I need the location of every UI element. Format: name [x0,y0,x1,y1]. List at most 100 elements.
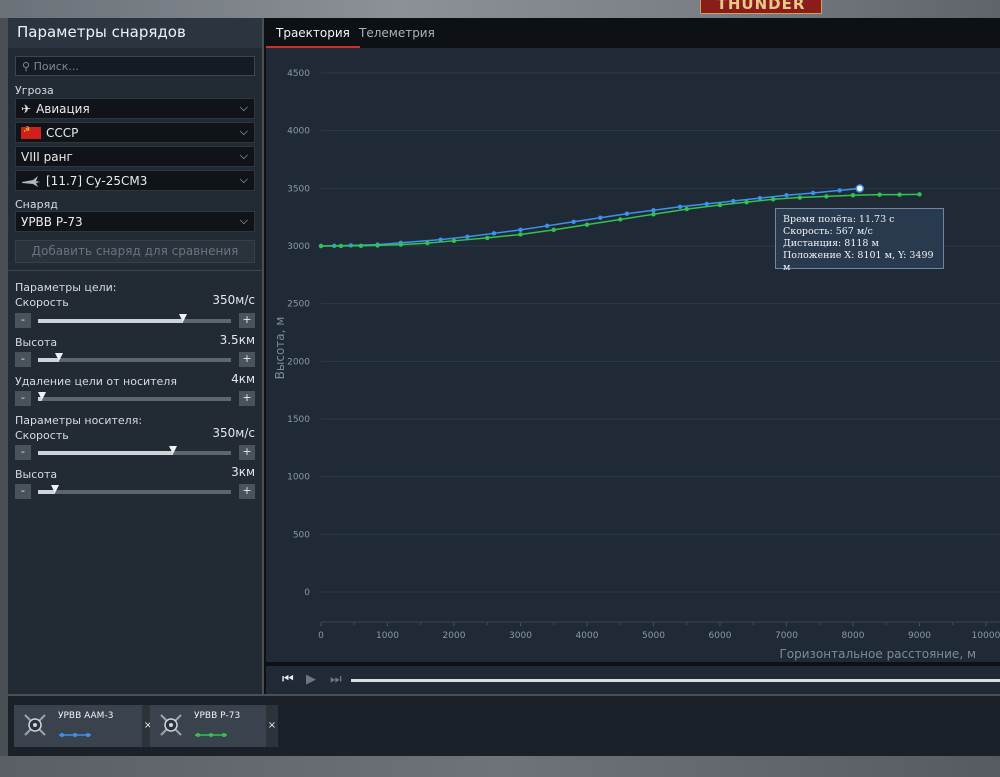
target-altitude-decrease-button[interactable]: - [15,352,31,367]
series-point-1 [651,208,656,213]
remove-shell-button[interactable]: × [266,705,278,747]
y-tick-label: 1000 [287,473,310,483]
target-distance-decrease-button[interactable]: - [15,391,31,406]
carrier-altitude-increase-button[interactable]: + [239,484,255,499]
x-tick-label: 4000 [576,631,599,641]
series-point-2 [797,195,802,200]
play-button[interactable]: ▶ [306,672,316,687]
target-distance-increase-button[interactable]: + [239,391,255,406]
slider-thumb[interactable] [169,446,178,454]
slider-thumb[interactable] [51,485,60,493]
series-point-1 [598,215,603,220]
carrier-speed-label: Скорость [15,429,69,442]
y-tick-label: 500 [293,530,310,540]
carrier-altitude-value: 3км [231,465,255,479]
target-altitude-increase-button[interactable]: + [239,352,255,367]
carrier-altitude-decrease-button[interactable]: - [15,484,31,499]
x-tick-label: 6000 [709,631,732,641]
series-point-2 [618,217,623,222]
tab-telemetry[interactable]: Телеметрия [349,18,445,48]
series-point-1 [810,190,816,196]
slider-thumb[interactable] [37,392,46,400]
tooltip-time: Время полёта: 11.73 с [783,214,895,225]
trajectory-chart-svg: 0 500 1000 1500 2000 2500 3000 3500 4000 4500 0 100… [273,69,1000,661]
series-legend-blue [59,733,91,737]
shell-card-name: УРВВ AAM-3 [58,711,114,721]
aircraft-value: [11.7] Су-25СМ3 [46,173,148,188]
series-point-1 [571,219,576,224]
tab-trajectory[interactable]: Траектория [266,18,360,48]
target-params-label: Параметры цели: [15,281,117,294]
series-point-2 [425,240,430,246]
x-tick-label: 0 [318,631,324,641]
y-tick-label: 4500 [287,69,310,79]
series-point-2 [877,192,882,197]
search-input[interactable]: ⚲ Поиск... [15,56,255,76]
jet-icon [22,175,40,187]
series-point-2 [318,243,324,249]
shell-parameters-panel: Параметры снарядов ⚲ Поиск... Угроза ✈ А… [8,18,262,694]
series-point-2 [824,194,829,199]
x-tick-label: 3000 [509,631,532,641]
search-placeholder: Поиск... [33,60,79,73]
series-point-1 [784,193,789,198]
skip-back-button[interactable]: ⏮ [282,672,294,687]
series-point-1 [731,198,736,204]
chevron-down-icon: ⌵ [239,125,248,138]
background-bottom [0,756,1000,777]
threat-label: Угроза [15,84,54,97]
target-distance-slider[interactable] [37,392,231,401]
carrier-speed-increase-button[interactable]: + [239,445,255,460]
airplane-icon: ✈ [21,101,32,116]
series-point-2 [771,197,776,202]
shell-select[interactable]: УРВВ Р-73 ⌵ [15,211,255,232]
y-tick-label: 1500 [287,415,310,425]
target-speed-increase-button[interactable]: + [239,313,255,328]
rank-select[interactable]: VIII ранг ⌵ [15,146,255,167]
divider [8,270,262,271]
chevron-down-icon: ⌵ [239,173,248,186]
shell-card-aam3[interactable]: УРВВ AAM-3 [14,705,142,747]
series-point-2 [338,243,344,249]
tooltip-speed: Скорость: 567 м/с [783,226,873,237]
add-shell-comparison-button[interactable]: Добавить снаряд для сравнения [15,240,255,263]
background-top [0,0,1000,18]
skip-forward-button[interactable]: ⏭ [330,672,342,687]
carrier-speed-value: 350м/с [212,426,255,440]
slider-thumb[interactable] [55,353,64,361]
playback-progress-bar[interactable] [351,679,1000,682]
trajectory-chart: 0 500 1000 1500 2000 2500 3000 3500 4000 4500 0 100… [266,48,1000,662]
country-select[interactable]: СССР ⌵ [15,122,255,143]
carrier-speed-decrease-button[interactable]: - [15,445,31,460]
target-speed-label: Скорость [15,296,69,309]
x-axis-label: Горизонтальное расстояние, м [779,647,976,661]
panel-title: Параметры снарядов [8,18,262,48]
trajectory-tooltip: Время полёта: 11.73 с Скорость: 567 м/с … [775,208,944,273]
x-tick-label: 1000 [376,631,399,641]
aircraft-select[interactable]: [11.7] Су-25СМ3 ⌵ [15,170,255,191]
series-point-1 [704,201,709,207]
target-distance-value: 4км [231,372,255,386]
series-point-2 [584,222,590,227]
shell-label: Снаряд [15,198,58,211]
chevron-down-icon: ⌵ [239,214,248,227]
y-tick-label: 3000 [287,242,310,252]
carrier-altitude-slider[interactable] [38,485,231,494]
target-speed-decrease-button[interactable]: - [15,313,31,328]
shell-value: УРВВ Р-73 [21,214,83,229]
shell-card-name: УРВВ Р-73 [194,711,241,721]
threat-type-select[interactable]: ✈ Авиация ⌵ [15,98,255,119]
shell-card-r73[interactable]: УРВВ Р-73 [150,705,278,747]
series-point-1 [837,188,842,193]
x-tick-label: 2000 [443,631,466,641]
target-altitude-slider[interactable] [38,353,231,362]
target-speed-slider[interactable] [38,314,231,323]
x-tick-label: 9000 [908,631,931,641]
carrier-speed-slider[interactable] [38,446,231,455]
rank-value: VIII ранг [21,149,73,164]
series-point-2 [485,235,490,241]
series-point-1 [518,227,523,233]
slider-thumb[interactable] [178,314,187,322]
series-point-1 [491,231,497,236]
target-distance-label: Удаление цели от носителя [15,375,177,388]
